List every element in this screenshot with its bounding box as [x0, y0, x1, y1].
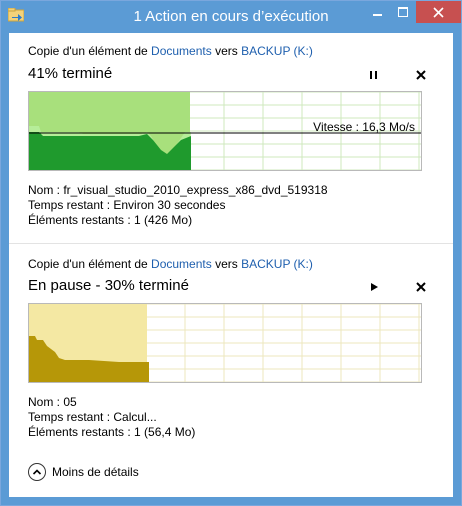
header-middle: vers: [211, 257, 242, 271]
header-prefix: Copie d'un élément de: [28, 257, 152, 271]
operation-header: Copie d'un élément de Documents vers BAC…: [28, 44, 313, 58]
detail-name: Nom : 05: [28, 395, 77, 409]
operation-header: Copie d'un élément de Documents vers BAC…: [28, 257, 313, 271]
source-link[interactable]: Documents: [151, 44, 212, 58]
cancel-button[interactable]: [413, 67, 429, 83]
pause-icon: [370, 71, 377, 79]
detail-time-remaining: Temps restant : Environ 30 secondes: [28, 198, 226, 212]
title-bar[interactable]: 1 Action en cours d’exécution: [1, 1, 461, 33]
close-window-button[interactable]: [416, 1, 461, 23]
minimize-icon: [373, 14, 382, 16]
copy-operation-2: Copie d'un élément de Documents vers BAC…: [9, 244, 453, 448]
copy-progress-window: 1 Action en cours d’exécution Copie d'un…: [0, 0, 462, 506]
fewer-details-toggle[interactable]: [28, 463, 46, 481]
speed-graph-canvas: [29, 304, 421, 382]
operation-status: En pause - 30% terminé: [28, 277, 189, 294]
detail-name: Nom : fr_visual_studio_2010_express_x86_…: [28, 183, 328, 197]
close-icon: [416, 70, 426, 80]
operation-details: Nom : 05 Temps restant : Calcul... Éléme…: [28, 395, 195, 440]
maximize-icon: [398, 7, 408, 17]
detail-time-remaining: Temps restant : Calcul...: [28, 410, 157, 424]
header-prefix: Copie d'un élément de: [28, 44, 152, 58]
cancel-button[interactable]: [413, 279, 429, 295]
minimize-button[interactable]: [364, 1, 390, 23]
detail-items-remaining: Éléments restants : 1 (426 Mo): [28, 213, 193, 227]
resume-button[interactable]: [366, 279, 382, 295]
pause-button[interactable]: [366, 67, 382, 83]
transfer-speed-graph: Vitesse : 16,3 Mo/s: [28, 91, 422, 171]
operation-status: 41% terminé: [28, 65, 113, 82]
operation-details: Nom : fr_visual_studio_2010_express_x86_…: [28, 183, 328, 228]
copy-operation-1: Copie d'un élément de Documents vers BAC…: [9, 33, 453, 243]
detail-items-remaining: Éléments restants : 1 (56,4 Mo): [28, 425, 196, 439]
chevron-up-icon: [32, 469, 42, 475]
destination-link[interactable]: BACKUP (K:): [241, 257, 313, 271]
speed-label: Vitesse : 16,3 Mo/s: [313, 120, 415, 134]
close-icon: [433, 7, 444, 18]
play-icon: [371, 283, 378, 291]
close-icon: [416, 282, 426, 292]
client-area: Copie d'un élément de Documents vers BAC…: [9, 33, 453, 497]
header-middle: vers: [211, 44, 242, 58]
destination-link[interactable]: BACKUP (K:): [241, 44, 313, 58]
transfer-speed-graph: [28, 303, 422, 383]
maximize-button[interactable]: [390, 1, 416, 23]
footer: Moins de détails: [9, 448, 453, 497]
source-link[interactable]: Documents: [151, 257, 212, 271]
fewer-details-label[interactable]: Moins de détails: [52, 465, 139, 479]
